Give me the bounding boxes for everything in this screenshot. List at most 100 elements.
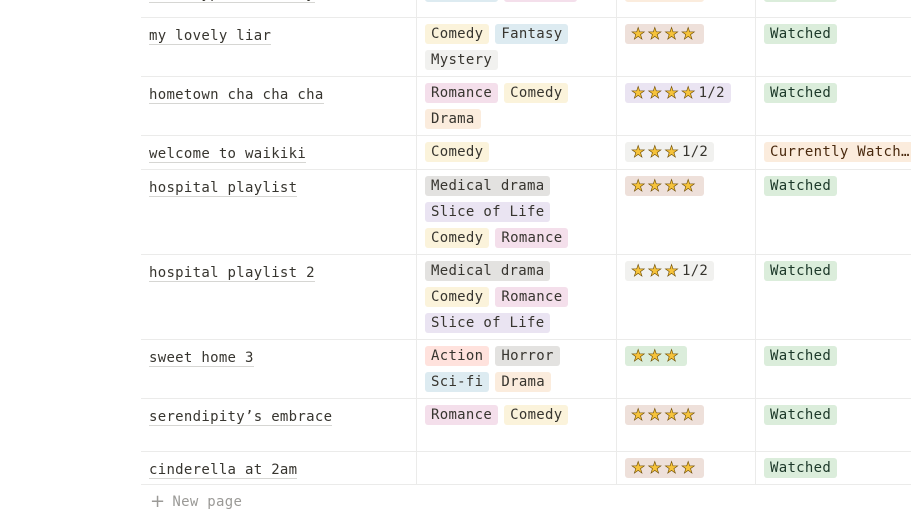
star-icon: ★ bbox=[631, 346, 646, 366]
status-badge: Watched bbox=[764, 83, 838, 103]
genres-cell[interactable]: Romance Comedy bbox=[416, 399, 616, 451]
rating-cell[interactable]: ★ ★ ★ bbox=[616, 340, 755, 398]
star-icon: ★ bbox=[680, 458, 696, 478]
genres-cell[interactable]: Comedy Fantasy Mystery bbox=[416, 18, 616, 76]
genre-tag: Horror bbox=[495, 346, 560, 366]
genre-tag: Action bbox=[425, 346, 490, 366]
star-icon: ★ bbox=[647, 261, 663, 281]
genres-cell[interactable]: Romance Comedy Drama bbox=[416, 77, 616, 135]
title-cell[interactable]: my lovely liar bbox=[141, 18, 416, 76]
star-icon: ★ bbox=[647, 142, 663, 162]
rating-cell[interactable]: ★ ★ ★ 1/2 bbox=[616, 136, 755, 169]
page-title-link[interactable]: serendipity’s embrace bbox=[149, 409, 333, 426]
genres-cell[interactable]: Action Horror Sci-fi Drama bbox=[416, 340, 616, 398]
status-badge: Watched bbox=[764, 405, 838, 425]
title-cell[interactable]: serendipity’s embrace bbox=[141, 399, 416, 451]
table-row[interactable]: my lovely liar Comedy Fantasy Mystery ★ ★ ★ ★ Wa… bbox=[141, 18, 911, 77]
rating-tag: ★★★★ bbox=[625, 0, 704, 2]
table-row[interactable]: hospital playlist Medical drama Slice of L… bbox=[141, 170, 911, 255]
page-title-link[interactable]: sweet home 3 bbox=[149, 350, 254, 367]
rating-cell[interactable]: ★ ★ ★ ★ 1/2 bbox=[616, 77, 755, 135]
star-icon: ★ bbox=[631, 0, 646, 2]
table-row[interactable]: serendipity’s embrace Romance Comedy ★ ★ ★ ★ Wa… bbox=[141, 399, 911, 452]
status-badge: Watched bbox=[764, 346, 838, 366]
rating-tag: ★ ★ ★ 1/2 bbox=[625, 142, 715, 162]
star-icon: ★ bbox=[681, 0, 696, 2]
title-cell[interactable]: cinderella at 2am bbox=[141, 452, 416, 484]
star-icon: ★ bbox=[647, 24, 663, 44]
table-row[interactable]: the atypical familyFantasyRomance★★★★Wat… bbox=[141, 0, 911, 18]
page-title-link[interactable]: cinderella at 2am bbox=[149, 462, 298, 479]
genre-tag: Drama bbox=[425, 109, 481, 129]
new-page-button[interactable]: + New page bbox=[150, 493, 242, 511]
status-cell[interactable]: Watched bbox=[755, 340, 911, 398]
genre-tag: Romance bbox=[495, 228, 569, 248]
status-cell[interactable]: Currently Watching bbox=[755, 136, 911, 169]
status-cell[interactable]: Watched bbox=[755, 170, 911, 254]
status-badge: Watched bbox=[764, 176, 838, 196]
genre-tag: Slice of Life bbox=[425, 202, 551, 222]
rating-cell[interactable]: ★★★★ bbox=[616, 452, 755, 484]
page-title-link[interactable]: hospital playlist 2 bbox=[149, 265, 315, 282]
page-title-link[interactable]: hometown cha cha cha bbox=[149, 87, 324, 104]
rating-tag: ★★★★ bbox=[625, 176, 704, 196]
star-icon: ★ bbox=[631, 142, 646, 162]
plus-icon: + bbox=[150, 491, 166, 512]
status-cell[interactable]: Watched bbox=[755, 255, 911, 339]
star-icon: ★ bbox=[647, 176, 663, 196]
rating-tag: ★ ★ ★ 1/2 bbox=[625, 261, 715, 281]
genre-tag: Comedy bbox=[425, 287, 490, 307]
star-icon: ★ bbox=[647, 405, 663, 425]
page-title-link[interactable]: my lovely liar bbox=[149, 28, 272, 45]
title-cell[interactable]: hospital playlist bbox=[141, 170, 416, 254]
half-star-label: 1/2 bbox=[681, 263, 709, 279]
star-icon: ★ bbox=[664, 261, 679, 281]
rating-cell[interactable]: ★★★★ bbox=[616, 0, 755, 17]
status-cell[interactable]: Watched bbox=[755, 18, 911, 76]
status-cell[interactable]: Watched bbox=[755, 399, 911, 451]
genre-tag: Romance bbox=[425, 83, 499, 103]
star-icon: ★ bbox=[680, 405, 696, 425]
genres-cell[interactable]: Medical drama Comedy Romance Slice of Life bbox=[416, 255, 616, 339]
table-row[interactable]: hospital playlist 2 Medical drama Comedy Ro… bbox=[141, 255, 911, 340]
half-star-label: 1/2 bbox=[698, 85, 725, 101]
genre-tag: Comedy bbox=[504, 405, 569, 425]
rating-cell[interactable]: ★ ★ ★ 1/2 bbox=[616, 255, 755, 339]
status-cell[interactable]: Watched bbox=[755, 0, 911, 17]
star-icon: ★ bbox=[647, 458, 663, 478]
star-icon: ★ bbox=[664, 176, 679, 196]
genre-tag: Drama bbox=[495, 372, 552, 392]
rating-tag: ★ ★ ★ ★ 1/2 bbox=[625, 83, 731, 103]
title-cell[interactable]: the atypical family bbox=[141, 0, 416, 17]
table-row[interactable]: hometown cha cha cha Romance Comedy Drama ★ ★… bbox=[141, 77, 911, 136]
rating-cell[interactable]: ★★★★ bbox=[616, 170, 755, 254]
rating-cell[interactable]: ★★★★ bbox=[616, 18, 755, 76]
table-row[interactable]: sweet home 3 Action Horror Sci-fi Drama ★ ★ ★ Wa… bbox=[141, 340, 911, 399]
genre-tag: Comedy bbox=[425, 142, 490, 162]
title-cell[interactable]: hometown cha cha cha bbox=[141, 77, 416, 135]
rating-cell[interactable]: ★★★★ bbox=[616, 399, 755, 451]
title-cell[interactable]: hospital playlist 2 bbox=[141, 255, 416, 339]
star-icon: ★ bbox=[647, 83, 663, 103]
database-table: the atypical familyFantasyRomance★★★★Wat… bbox=[141, 0, 911, 485]
title-cell[interactable]: sweet home 3 bbox=[141, 340, 416, 398]
title-cell[interactable]: welcome to waikiki bbox=[141, 136, 416, 169]
page-title-link[interactable]: hospital playlist bbox=[149, 180, 298, 197]
status-cell[interactable]: Watched bbox=[755, 77, 911, 135]
page-title-link[interactable]: the atypical family bbox=[149, 0, 315, 3]
star-icon: ★ bbox=[631, 458, 646, 478]
status-badge: Watched bbox=[764, 24, 838, 44]
page-title-link[interactable]: welcome to waikiki bbox=[149, 146, 307, 163]
status-cell[interactable]: Watched bbox=[755, 452, 911, 484]
genres-cell[interactable] bbox=[416, 452, 616, 484]
genres-cell[interactable]: Fantasy Romance bbox=[416, 0, 616, 17]
table-row[interactable]: cinderella at 2am ★ ★ ★ ★ Watched bbox=[141, 452, 911, 485]
genres-cell[interactable]: Comedy bbox=[416, 136, 616, 169]
genre-tag: Romance bbox=[425, 405, 499, 425]
table-row[interactable]: welcome to waikiki Comedy ★ ★ ★ 1/2 Currently … bbox=[141, 136, 911, 170]
half-star-label: 1/2 bbox=[681, 144, 709, 160]
star-icon: ★ bbox=[664, 83, 679, 103]
genres-cell[interactable]: Medical drama Slice of Life Comedy Romance bbox=[416, 170, 616, 254]
star-icon: ★ bbox=[631, 83, 646, 103]
star-icon: ★ bbox=[680, 83, 696, 103]
